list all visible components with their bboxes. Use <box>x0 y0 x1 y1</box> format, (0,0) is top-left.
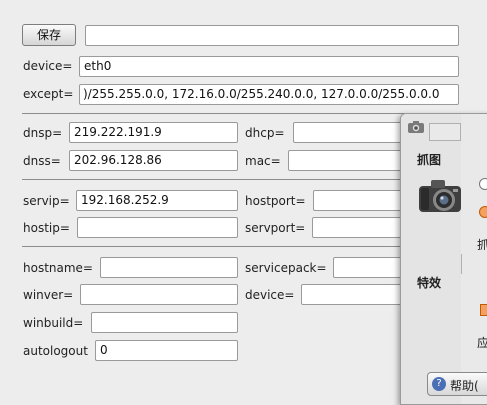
dhcp-label: dhcp= <box>245 126 285 140</box>
separator-2 <box>22 179 459 180</box>
servport-label: servport= <box>245 221 306 235</box>
capture-field-1[interactable] <box>461 254 462 274</box>
save-button[interactable]: 保存 <box>22 24 76 46</box>
hostport-label: hostport= <box>245 194 306 208</box>
winver-label: winver= <box>23 288 74 302</box>
dialog-top-input[interactable] <box>429 123 461 141</box>
winbuild-label: winbuild= <box>23 316 84 330</box>
winver-input[interactable] <box>80 284 238 305</box>
except-label: except= <box>23 87 74 101</box>
servip-label: servip= <box>23 194 70 208</box>
separator-1 <box>22 113 459 114</box>
partial-label-1: 抓 <box>477 236 487 253</box>
device-label: device= <box>23 59 73 73</box>
host-device-label: device= <box>245 288 295 302</box>
dnss-label: dnss= <box>23 154 61 168</box>
camera-large-icon <box>417 176 463 216</box>
checkbox-option[interactable] <box>480 304 487 316</box>
dnss-input[interactable]: 202.96.128.86 <box>69 150 238 171</box>
hostip-input[interactable] <box>77 217 238 238</box>
help-button[interactable]: ? 帮助( <box>427 372 487 396</box>
command-input[interactable] <box>85 25 459 46</box>
help-button-label: 帮助( <box>450 379 479 393</box>
section-capture[interactable]: 抓图 <box>417 151 441 168</box>
dnsp-label: dnsp= <box>23 126 63 140</box>
servicepack-label: servicepack= <box>245 261 327 275</box>
device-input[interactable]: eth0 <box>79 56 459 77</box>
hostip-label: hostip= <box>23 221 70 235</box>
autologout-input[interactable]: 0 <box>95 340 238 361</box>
hostname-label: hostname= <box>23 261 93 275</box>
separator-3 <box>22 246 459 247</box>
dnsp-input[interactable]: 219.222.191.9 <box>69 122 238 143</box>
radio-option-2[interactable] <box>479 206 487 218</box>
mac-label: mac= <box>245 154 281 168</box>
hostname-input[interactable] <box>100 257 238 278</box>
except-input[interactable]: )/255.255.0.0, 172.16.0.0/255.240.0.0, 1… <box>79 84 459 105</box>
partial-label-2: 应 <box>477 334 487 351</box>
servip-input[interactable]: 192.168.252.9 <box>76 190 238 211</box>
section-effects[interactable]: 特效 <box>417 274 441 291</box>
autologout-label: autologout <box>23 344 88 358</box>
winbuild-input[interactable] <box>91 312 238 333</box>
radio-option-1[interactable] <box>479 178 487 190</box>
camera-icon[interactable] <box>407 120 425 134</box>
help-icon: ? <box>432 377 446 391</box>
screenshot-dialog: 抓图 特效 抓 应 ? 帮助( <box>400 113 487 405</box>
